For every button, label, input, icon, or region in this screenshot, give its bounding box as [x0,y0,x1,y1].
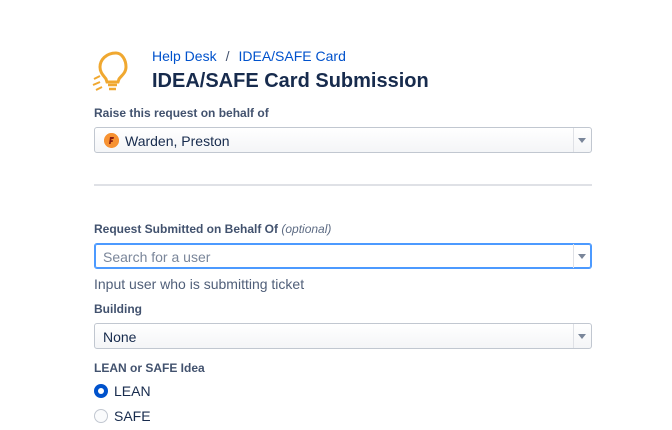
building-value: None [103,329,137,345]
user-avatar-icon [104,133,119,148]
building-select[interactable]: None [94,323,592,349]
radio-button-lean[interactable] [94,384,108,398]
idea-type-label: LEAN or SAFE Idea [94,361,205,375]
dropdown-toggle[interactable] [573,244,591,268]
chevron-down-icon [578,334,586,339]
building-label: Building [94,302,142,316]
dropdown-toggle[interactable] [573,128,591,152]
optional-tag: (optional) [281,222,332,236]
breadcrumb-idea-safe-card[interactable]: IDEA/SAFE Card [238,48,345,64]
on-behalf-select[interactable]: Warden, Preston [94,127,592,153]
on-behalf-label: Raise this request on behalf of [94,106,269,120]
radio-label-safe: SAFE [114,408,151,424]
breadcrumb-help-desk[interactable]: Help Desk [152,48,217,64]
submitted-by-label-text: Request Submitted on Behalf Of [94,222,279,236]
radio-button-safe[interactable] [94,409,108,423]
chevron-down-icon [578,138,586,143]
section-divider [94,184,592,186]
on-behalf-value: Warden, Preston [125,133,230,149]
user-search-input[interactable]: Search for a user [94,243,592,269]
page-title: IDEA/SAFE Card Submission [152,70,429,92]
lightbulb-icon [90,49,136,93]
submitted-by-label: Request Submitted on Behalf Of (optional… [94,222,331,236]
dropdown-toggle[interactable] [573,324,591,348]
chevron-down-icon [578,254,586,259]
breadcrumb-separator: / [225,48,230,64]
radio-label-lean: LEAN [114,383,151,399]
user-search-placeholder: Search for a user [103,249,211,265]
breadcrumb: Help Desk / IDEA/SAFE Card [152,48,346,64]
submitted-by-help: Input user who is submitting ticket [94,276,305,292]
